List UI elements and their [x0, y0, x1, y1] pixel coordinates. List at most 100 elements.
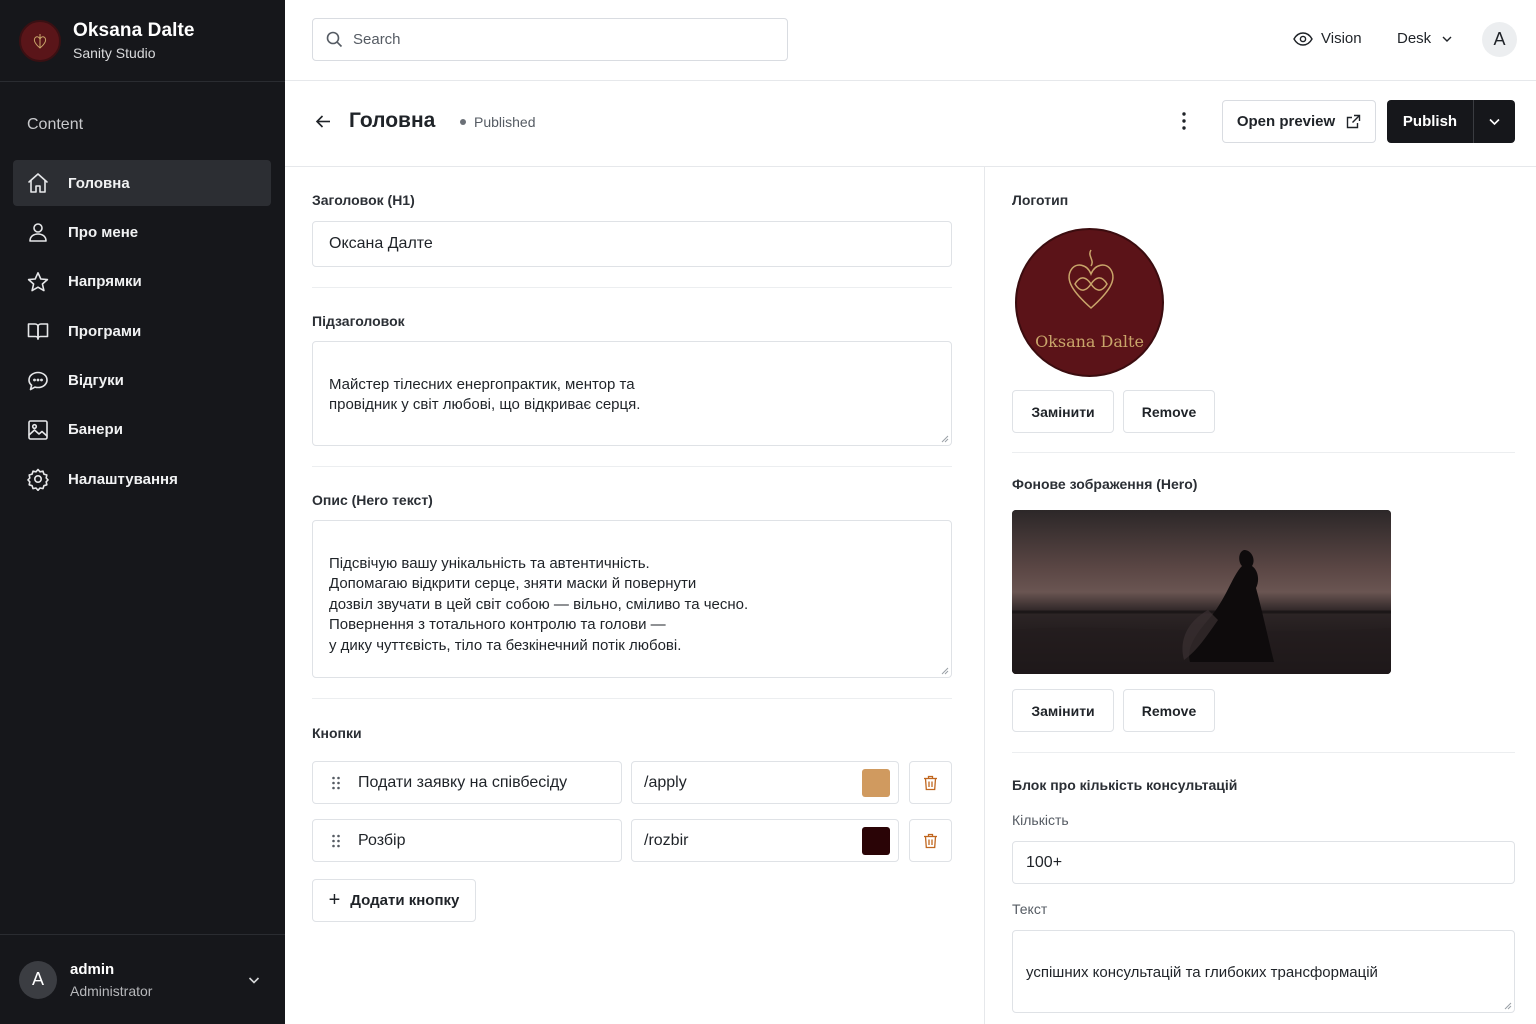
field-label-count: Кількість	[1012, 812, 1069, 828]
field-label-h1: Заголовок (H1)	[312, 192, 415, 208]
book-icon	[27, 323, 49, 340]
subtitle-textarea[interactable]: Майстер тілесних енергопрактик, ментор т…	[312, 341, 952, 446]
back-arrow-icon[interactable]	[315, 113, 332, 130]
sidebar-item-label: Програми	[68, 322, 142, 340]
color-swatch[interactable]	[862, 827, 890, 855]
sidebar-item-home[interactable]: Головна	[13, 160, 271, 206]
chevron-down-icon	[1442, 36, 1452, 42]
field-label-logo: Логотип	[1012, 192, 1069, 208]
gear-icon	[27, 469, 49, 492]
count-input[interactable]: 100+	[1012, 841, 1515, 884]
sidebar-item-label: Налаштування	[68, 470, 178, 488]
comment-icon	[28, 371, 48, 390]
drag-handle-icon[interactable]	[331, 776, 341, 790]
field-label-hero: Фонове зображення (Hero)	[1012, 476, 1198, 492]
remove-hero-button[interactable]: Remove	[1123, 689, 1215, 732]
desk-label: Desk	[1397, 30, 1432, 47]
form-sidebar: Логотип Oksana Dalte Замінити Remove Фон…	[985, 167, 1536, 1024]
user-menu[interactable]: A admin Administrator	[0, 934, 285, 1024]
delete-button[interactable]	[909, 761, 952, 804]
button-url-input[interactable]: /apply	[631, 761, 899, 804]
user-icon	[29, 223, 47, 243]
field-label-consultations: Блок про кількість консультацій	[1012, 777, 1238, 793]
heart-infinity-icon	[1068, 249, 1114, 310]
page-title: Головна	[349, 109, 436, 132]
trash-icon	[924, 833, 937, 848]
logo-text: Oksana Dalte	[1035, 332, 1144, 351]
h1-input[interactable]: Оксана Далте	[312, 221, 952, 267]
sidebar: Oksana Dalte Sanity Studio Content Голов…	[0, 0, 285, 1024]
vision-button[interactable]: Vision	[1293, 30, 1362, 47]
sidebar-item-reviews[interactable]: Відгуки	[13, 358, 271, 404]
field-label-subtitle: Підзаголовок	[312, 313, 405, 329]
star-icon	[27, 271, 49, 292]
sidebar-item-label: Банери	[68, 421, 123, 439]
sidebar-item-settings[interactable]: Налаштування	[13, 456, 271, 502]
home-icon	[28, 173, 48, 193]
button-url-text: /apply	[644, 773, 687, 791]
image-icon	[28, 420, 48, 440]
publish-button[interactable]: Publish	[1387, 100, 1515, 143]
resize-handle-icon[interactable]	[939, 433, 949, 443]
user-name: admin	[70, 960, 115, 978]
brand-logo	[19, 19, 61, 62]
search-icon	[326, 31, 343, 48]
avatar[interactable]: A	[1482, 22, 1517, 57]
text-textarea[interactable]: успішних консультацій та глибоких трансф…	[1012, 930, 1515, 1013]
external-link-icon	[1346, 114, 1361, 129]
button-label-text: Розбір	[358, 831, 406, 849]
resize-handle-icon[interactable]	[1502, 1000, 1512, 1010]
status-label: Published	[474, 114, 536, 130]
eye-icon	[1293, 31, 1313, 46]
button-url-input[interactable]: /rozbir	[631, 819, 899, 862]
color-swatch[interactable]	[862, 769, 890, 797]
sidebar-item-label: Відгуки	[68, 372, 124, 390]
vision-label: Vision	[1321, 30, 1362, 47]
field-label-buttons: Кнопки	[312, 725, 362, 741]
sidebar-item-about[interactable]: Про мене	[13, 209, 271, 255]
sidebar-section-title: Content	[27, 116, 84, 133]
sidebar-item-label: Напрямки	[68, 273, 142, 291]
publish-label: Publish	[1402, 113, 1458, 130]
sidebar-item-label: Головна	[68, 174, 130, 192]
add-button-button[interactable]: + Додати кнопку	[312, 879, 476, 922]
logo-image: Oksana Dalte	[1015, 228, 1164, 377]
form-main: Заголовок (H1) Оксана Далте Підзаголовок…	[285, 167, 985, 1024]
resize-handle-icon[interactable]	[939, 665, 949, 675]
app-subtitle: Sanity Studio	[73, 45, 156, 61]
sidebar-item-programs[interactable]: Програми	[13, 308, 271, 354]
search-placeholder: Search	[353, 31, 401, 48]
hero-photo-illustration	[1012, 510, 1391, 674]
description-textarea[interactable]: Підсвічую вашу унікальність та автентичн…	[312, 520, 952, 678]
trash-icon	[924, 775, 937, 790]
remove-logo-button[interactable]: Remove	[1123, 390, 1215, 433]
sidebar-item-directions[interactable]: Напрямки	[13, 259, 271, 305]
chevron-down-icon	[1489, 118, 1500, 126]
field-label-description: Опис (Hero текст)	[312, 492, 433, 508]
sidebar-item-banners[interactable]: Банери	[13, 407, 271, 453]
button-label-text: Подати заявку на співбесіду	[358, 773, 568, 791]
field-label-text: Текст	[1012, 901, 1048, 917]
plus-icon: +	[328, 889, 341, 911]
replace-hero-button[interactable]: Замінити	[1012, 689, 1114, 732]
sidebar-item-label: Про мене	[68, 223, 139, 241]
open-preview-label: Open preview	[1236, 113, 1336, 130]
open-preview-button[interactable]: Open preview	[1222, 100, 1376, 143]
replace-logo-button[interactable]: Замінити	[1012, 390, 1114, 433]
button-label-input[interactable]: Подати заявку на співбесіду	[312, 761, 622, 804]
delete-button[interactable]	[909, 819, 952, 862]
app-name: Oksana Dalte	[73, 20, 195, 41]
drag-handle-icon[interactable]	[331, 834, 341, 848]
button-url-text: /rozbir	[644, 831, 689, 849]
hero-image	[1012, 510, 1391, 674]
user-role: Administrator	[70, 982, 153, 999]
chevron-down-icon	[248, 977, 260, 984]
search-input[interactable]: Search	[312, 18, 788, 61]
publish-options-button[interactable]	[1474, 115, 1515, 128]
button-label-input[interactable]: Розбір	[312, 819, 622, 862]
desk-menu[interactable]: Desk	[1397, 30, 1453, 47]
brand[interactable]: Oksana Dalte Sanity Studio	[0, 0, 285, 82]
more-options-icon[interactable]	[1181, 111, 1187, 131]
status-dot-icon	[460, 119, 466, 125]
topbar: Search Vision Desk A	[285, 0, 1536, 81]
